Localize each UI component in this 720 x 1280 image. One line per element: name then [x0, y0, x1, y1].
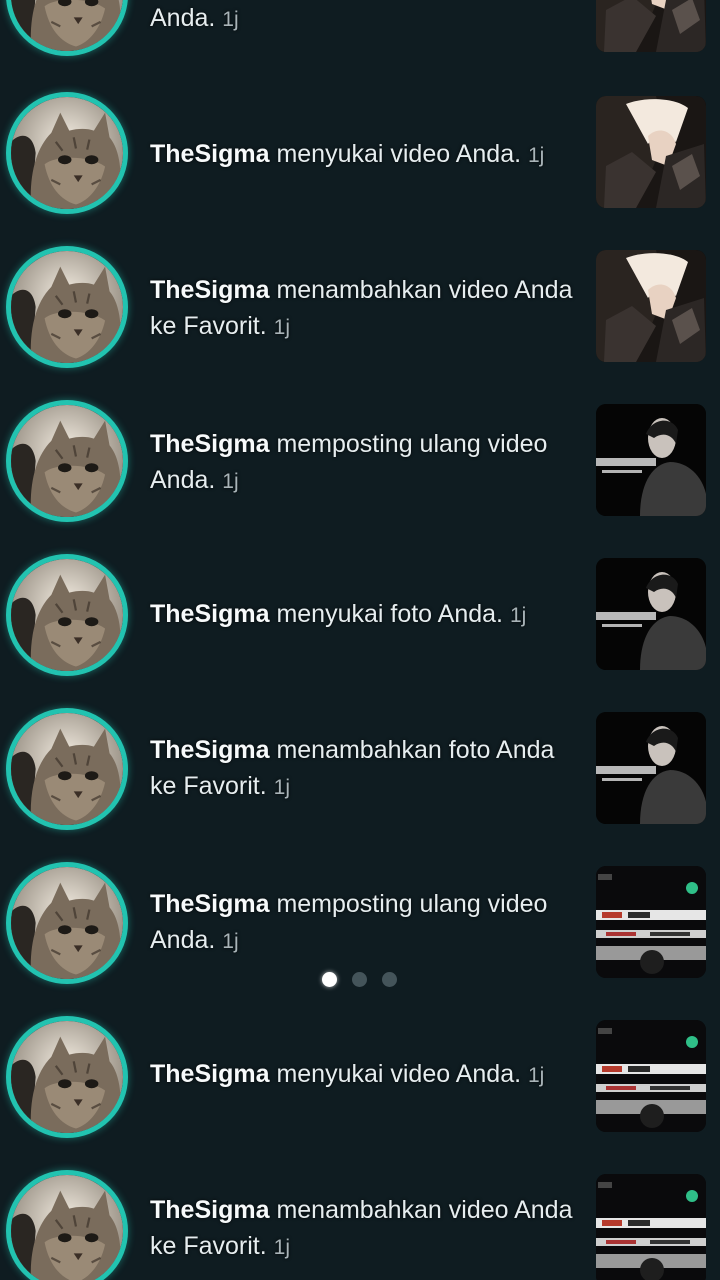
screenshot-thumbnail [596, 866, 706, 978]
page-indicator [315, 968, 405, 992]
timestamp: 1j [528, 144, 545, 167]
notification-row[interactable]: TheSigma menambahkan video Anda ke Favor… [0, 1170, 720, 1280]
notification-action: Anda. [150, 4, 216, 32]
notification-row[interactable]: Anda. 1j [0, 0, 720, 72]
post-thumbnail[interactable] [596, 1174, 706, 1280]
timestamp: 1j [222, 470, 239, 493]
post-thumbnail[interactable] [596, 404, 706, 516]
timestamp: 1j [273, 776, 291, 799]
dark-portrait-thumbnail [596, 712, 706, 824]
avatar[interactable] [6, 554, 128, 676]
mirror-selfie-thumbnail [596, 96, 706, 208]
cat-avatar-icon [11, 97, 123, 209]
notification-row[interactable]: TheSigma menambahkan foto Anda ke Favori… [0, 708, 720, 862]
post-thumbnail[interactable] [596, 558, 706, 670]
page-dot[interactable] [352, 972, 367, 987]
screenshot-thumbnail [596, 1020, 706, 1132]
avatar[interactable] [6, 92, 128, 214]
dark-portrait-thumbnail [596, 558, 706, 670]
username[interactable]: TheSigma [150, 890, 269, 918]
cat-avatar-icon [11, 1021, 123, 1133]
notification-text: TheSigma memposting ulang video Anda. 1j [150, 426, 580, 500]
avatar[interactable] [6, 862, 128, 984]
username[interactable]: TheSigma [150, 430, 269, 458]
avatar[interactable] [6, 0, 128, 56]
username[interactable]: TheSigma [150, 276, 269, 304]
notification-action: menyukai video Anda. [276, 140, 522, 168]
timestamp: 1j [509, 604, 527, 627]
notification-text: TheSigma menambahkan video Anda ke Favor… [150, 272, 580, 346]
notification-row[interactable]: TheSigma menyukai foto Anda. 1j [0, 554, 720, 708]
post-thumbnail[interactable] [596, 1020, 706, 1132]
notification-feed[interactable]: Anda. 1j TheSigma menyukai video Anda. 1… [0, 0, 720, 1280]
timestamp: 1j [222, 930, 239, 953]
avatar[interactable] [6, 246, 128, 368]
notification-text: TheSigma menyukai video Anda. 1j [150, 136, 580, 174]
notification-text: TheSigma memposting ulang video Anda. 1j [150, 886, 580, 960]
cat-avatar-icon [11, 713, 123, 825]
timestamp: 1j [273, 316, 291, 339]
notification-row[interactable]: TheSigma menyukai video Anda. 1j [0, 1016, 720, 1170]
mirror-selfie-thumbnail [596, 0, 706, 52]
cat-avatar-icon [11, 1175, 123, 1280]
avatar[interactable] [6, 708, 128, 830]
notification-action: menyukai video Anda. [276, 1060, 522, 1088]
post-thumbnail[interactable] [596, 712, 706, 824]
notification-row[interactable]: TheSigma memposting ulang video Anda. 1j [0, 862, 720, 1016]
avatar[interactable] [6, 1170, 128, 1280]
page-dot[interactable] [382, 972, 397, 987]
cat-avatar-icon [11, 251, 123, 363]
dark-portrait-thumbnail [596, 404, 706, 516]
username[interactable]: TheSigma [150, 140, 269, 168]
username[interactable]: TheSigma [150, 736, 269, 764]
notification-text: Anda. 1j [150, 0, 580, 38]
screenshot-thumbnail [596, 1174, 706, 1280]
mirror-selfie-thumbnail [596, 250, 706, 362]
post-thumbnail[interactable] [596, 0, 706, 52]
notification-row[interactable]: TheSigma memposting ulang video Anda. 1j [0, 400, 720, 554]
timestamp: 1j [528, 1064, 545, 1087]
notification-row[interactable]: TheSigma menambahkan video Anda ke Favor… [0, 246, 720, 400]
username[interactable]: TheSigma [150, 1196, 269, 1224]
page-dot[interactable] [322, 972, 337, 987]
cat-avatar-icon [11, 405, 123, 517]
username[interactable]: TheSigma [150, 600, 269, 628]
notification-text: TheSigma menyukai video Anda. 1j [150, 1056, 580, 1094]
avatar[interactable] [6, 400, 128, 522]
notification-action: menyukai foto Anda. [276, 600, 503, 628]
notification-text: TheSigma menyukai foto Anda. 1j [150, 596, 580, 634]
post-thumbnail[interactable] [596, 866, 706, 978]
username[interactable]: TheSigma [150, 1060, 269, 1088]
cat-avatar-icon [11, 0, 123, 51]
cat-avatar-icon [11, 559, 123, 671]
notification-text: TheSigma menambahkan foto Anda ke Favori… [150, 732, 580, 806]
timestamp: 1j [273, 1236, 291, 1259]
notification-row[interactable]: TheSigma menyukai video Anda. 1j [0, 92, 720, 246]
post-thumbnail[interactable] [596, 250, 706, 362]
post-thumbnail[interactable] [596, 96, 706, 208]
timestamp: 1j [222, 8, 239, 31]
avatar[interactable] [6, 1016, 128, 1138]
cat-avatar-icon [11, 867, 123, 979]
notification-text: TheSigma menambahkan video Anda ke Favor… [150, 1192, 580, 1266]
